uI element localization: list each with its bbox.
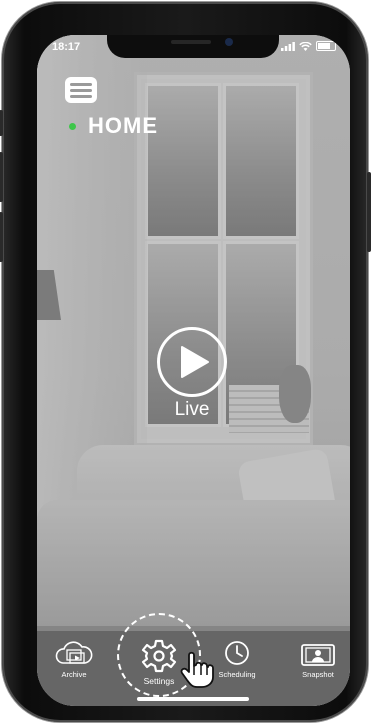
clock-icon bbox=[225, 641, 249, 665]
volume-down-button bbox=[0, 212, 3, 262]
status-icons bbox=[281, 41, 336, 51]
power-button bbox=[367, 172, 371, 252]
tab-archive[interactable]: Archive bbox=[44, 639, 104, 679]
online-status-dot bbox=[69, 122, 76, 130]
tab-snapshot-label: Snapshot bbox=[302, 670, 334, 679]
home-indicator bbox=[137, 697, 249, 701]
live-play-button[interactable] bbox=[157, 327, 227, 397]
hand-pointer-icon bbox=[180, 651, 214, 688]
page-title: HOME bbox=[88, 113, 158, 138]
gear-icon bbox=[141, 639, 177, 673]
notch bbox=[107, 35, 279, 58]
volume-up-button bbox=[0, 152, 3, 202]
front-camera bbox=[225, 38, 233, 46]
location-header: HOME bbox=[69, 113, 158, 139]
speaker bbox=[171, 40, 211, 44]
screen: 18:17 HOME Live Archive Settings Schedul… bbox=[37, 35, 350, 706]
mute-switch bbox=[0, 110, 3, 136]
snapshot-icon bbox=[301, 644, 335, 666]
wifi-icon bbox=[299, 41, 312, 51]
signal-icon bbox=[281, 41, 295, 51]
archive-icon bbox=[55, 641, 93, 664]
phone-frame: 18:17 HOME Live Archive Settings Schedul… bbox=[0, 2, 371, 722]
tab-archive-label: Archive bbox=[61, 670, 87, 679]
tab-snapshot[interactable]: Snapshot bbox=[288, 639, 348, 679]
status-time: 18:17 bbox=[52, 41, 81, 53]
hamburger-menu-icon[interactable] bbox=[65, 77, 97, 103]
bottom-tabbar: Archive Settings Scheduling Snapshot bbox=[37, 613, 350, 706]
battery-icon bbox=[316, 41, 336, 51]
play-icon bbox=[181, 346, 209, 378]
live-label: Live bbox=[174, 399, 210, 420]
